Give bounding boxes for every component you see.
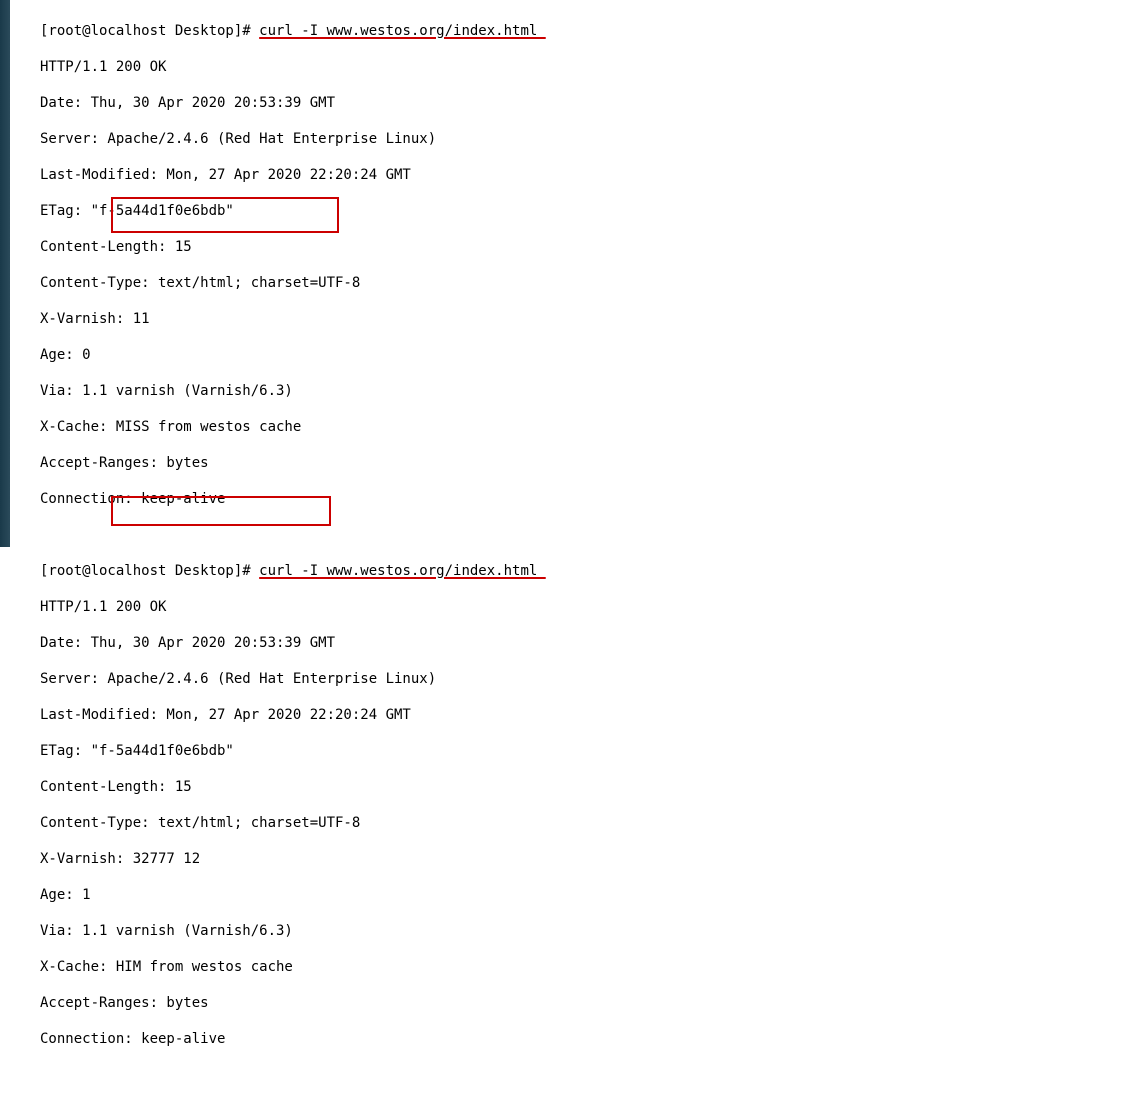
gutter [10,0,40,547]
resp2-lastmod: Last-Modified: Mon, 27 Apr 2020 22:20:24… [40,706,1121,724]
shell-prompt: [root@localhost Desktop]# [40,563,259,579]
resp2-xvarnish: X-Varnish: 32777 12 [40,850,1121,868]
resp1-xcache-value: MISS from westos cache [116,419,301,435]
resp1-clen: Content-Length: 15 [40,238,1121,256]
resp1-xcache-prefix: X-Cache: [40,419,116,435]
resp2-clen: Content-Length: 15 [40,778,1121,796]
resp1-server: Server: Apache/2.4.6 (Red Hat Enterprise… [40,130,1121,148]
resp2-accept: Accept-Ranges: bytes [40,994,1121,1012]
prompt-line-2: [root@localhost Desktop]# curl -I www.we… [40,562,1121,580]
terminal-output[interactable]: [root@localhost Desktop]# curl -I www.we… [40,4,1121,1094]
shell-prompt: [root@localhost Desktop]# [40,23,259,39]
resp2-http: HTTP/1.1 200 OK [40,598,1121,616]
resp1-lastmod: Last-Modified: Mon, 27 Apr 2020 22:20:24… [40,166,1121,184]
resp1-ctype: Content-Type: text/html; charset=UTF-8 [40,274,1121,292]
command-1: curl -I www.westos.org/index.html [259,23,546,39]
resp2-date: Date: Thu, 30 Apr 2020 20:53:39 GMT [40,634,1121,652]
resp2-server: Server: Apache/2.4.6 (Red Hat Enterprise… [40,670,1121,688]
resp1-xvarnish: X-Varnish: 11 [40,310,1121,328]
resp2-xcache: X-Cache: HIM from westos cache [40,958,1121,976]
resp1-accept: Accept-Ranges: bytes [40,454,1121,472]
resp2-ctype: Content-Type: text/html; charset=UTF-8 [40,814,1121,832]
blank-line-1 [40,526,1121,544]
resp2-age: Age: 1 [40,886,1121,904]
highlight-box-miss [111,197,339,233]
resp2-etag: ETag: "f-5a44d1f0e6bdb" [40,742,1121,760]
resp1-date: Date: Thu, 30 Apr 2020 20:53:39 GMT [40,94,1121,112]
highlight-box-him [111,496,331,526]
resp1-http: HTTP/1.1 200 OK [40,58,1121,76]
command-2: curl -I www.westos.org/index.html [259,563,546,579]
resp2-conn: Connection: keep-alive [40,1030,1121,1048]
left-edge-strip [0,0,10,547]
resp2-xcache-value: HIM from westos cache [116,959,293,975]
resp1-xcache: X-Cache: MISS from westos cache [40,418,1121,436]
prompt-line-1: [root@localhost Desktop]# curl -I www.we… [40,22,1121,40]
blank-line-2 [40,1066,1121,1084]
resp2-via: Via: 1.1 varnish (Varnish/6.3) [40,922,1121,940]
resp1-age: Age: 0 [40,346,1121,364]
resp1-via: Via: 1.1 varnish (Varnish/6.3) [40,382,1121,400]
resp2-xcache-prefix: X-Cache: [40,959,116,975]
